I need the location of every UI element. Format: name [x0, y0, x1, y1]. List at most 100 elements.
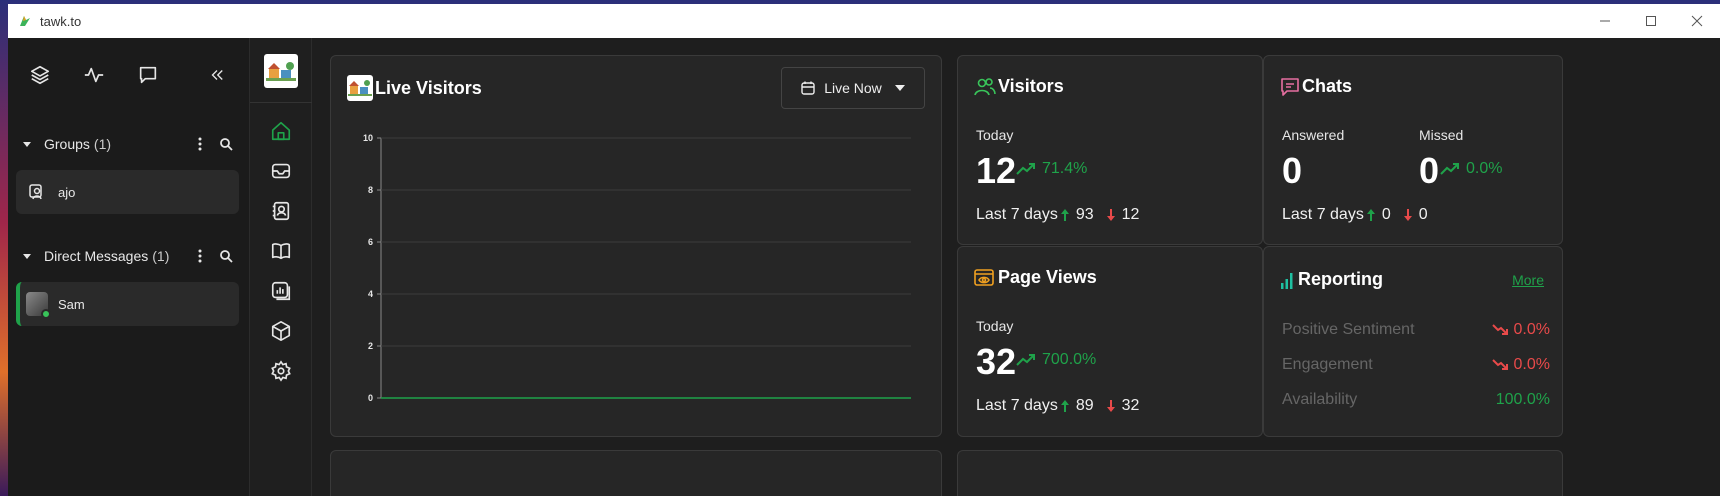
title-bar: tawk.to [8, 4, 1720, 38]
chats-title: Chats [1280, 76, 1352, 97]
app-window: tawk.to Groups (1) ajo Direct Messages (… [8, 4, 1720, 496]
page-views-trend-value: 700.0% [1042, 351, 1097, 368]
last7-label: Last 7 days [1282, 206, 1364, 223]
maximize-button[interactable] [1628, 4, 1674, 38]
inbox-icon[interactable] [268, 158, 294, 184]
live-visitors-card: Live Visitors Live Now 0 2 4 6 8 10 [330, 55, 942, 437]
arrow-up-icon [1060, 208, 1070, 222]
calendar-icon [800, 80, 816, 96]
last7-label: Last 7 days [976, 206, 1058, 223]
trend-down-icon [1491, 359, 1508, 370]
property-thumbnail-icon [347, 75, 373, 101]
more-vertical-icon[interactable] [189, 133, 211, 155]
y-tick-label: 8 [368, 185, 373, 195]
trend-up-icon [1440, 163, 1459, 175]
visitors-today-value: 12 [976, 150, 1017, 191]
direct-messages-section-header[interactable]: Direct Messages (1) [8, 238, 249, 274]
reports-icon[interactable] [268, 278, 294, 304]
time-range-select[interactable]: Live Now [781, 67, 925, 109]
reporting-row: Engagement 0.0% [1282, 356, 1550, 374]
visitors-today-label: Today [976, 127, 1014, 143]
y-tick-label: 2 [368, 341, 373, 351]
last7-up-value: 93 [1075, 206, 1094, 223]
sidebar-toolbar [8, 52, 249, 98]
arrow-up-icon [1060, 399, 1070, 413]
search-icon[interactable] [215, 245, 237, 267]
time-range-value: Live Now [824, 80, 882, 96]
property-logo[interactable] [263, 54, 298, 88]
bar-chart-icon [1280, 271, 1296, 289]
chats-answered-value: 0 [1282, 150, 1303, 191]
reporting-row-label: Positive Sentiment [1282, 321, 1415, 338]
groups-count: (1) [93, 136, 112, 152]
reporting-card: Reporting More Positive Sentiment 0.0% E… [1263, 246, 1563, 437]
minimize-button[interactable] [1582, 4, 1628, 38]
chats-last7: Last 7 days 0 0 [1282, 206, 1438, 224]
caret-down-icon [894, 84, 906, 92]
page-views-title-text: Page Views [998, 267, 1097, 287]
chats-answered-label: Answered [1282, 127, 1345, 143]
last7-up-value: 89 [1075, 397, 1094, 414]
group-item-ajo[interactable]: ajo [16, 170, 239, 214]
reporting-row-value-text: 100.0% [1495, 391, 1550, 408]
last7-up-value: 0 [1381, 206, 1391, 223]
page-views-today-value: 32 [976, 341, 1017, 382]
live-visitors-title: Live Visitors [347, 75, 482, 101]
online-status-dot [41, 309, 51, 319]
users-icon [974, 77, 996, 97]
layers-icon[interactable] [26, 61, 54, 89]
direct-messages-count: (1) [152, 248, 170, 264]
addons-box-icon[interactable] [268, 318, 294, 344]
tawkto-logo-icon [18, 14, 32, 28]
y-tick-label: 0 [368, 393, 373, 403]
lower-card-right [957, 450, 1563, 496]
page-views-today-label: Today [976, 318, 1014, 334]
collapse-sidebar-icon[interactable] [203, 61, 231, 89]
last7-down-value: 0 [1418, 206, 1428, 223]
trend-down-icon [1491, 324, 1508, 335]
trend-up-icon [1016, 354, 1035, 366]
knowledge-base-icon[interactable] [268, 238, 294, 264]
more-vertical-icon[interactable] [189, 245, 211, 267]
reporting-row-value-text: 0.0% [1513, 321, 1550, 338]
close-button[interactable] [1674, 4, 1720, 38]
activity-icon[interactable] [80, 61, 108, 89]
y-tick-label: 6 [368, 237, 373, 247]
page-views-last7: Last 7 days 89 32 [976, 397, 1149, 415]
chat-bubble-icon[interactable] [134, 61, 162, 89]
eye-page-icon [974, 268, 996, 288]
last7-down-value: 12 [1121, 206, 1140, 223]
direct-messages-title: Direct Messages [44, 248, 149, 264]
contacts-icon[interactable] [268, 198, 294, 224]
caret-down-icon[interactable] [22, 139, 38, 149]
reporting-row-label: Availability [1282, 391, 1358, 408]
arrow-down-icon [1106, 399, 1116, 413]
reporting-title-text: Reporting [1298, 269, 1383, 289]
arrow-up-icon [1366, 208, 1376, 222]
chat-icon [1280, 77, 1300, 97]
rail-divider [249, 102, 312, 103]
lower-card-left [330, 450, 942, 496]
group-icon [26, 181, 48, 203]
reporting-row-value: 100.0% [1496, 391, 1550, 409]
visitors-title: Visitors [974, 76, 1064, 97]
messaging-sidebar: Groups (1) ajo Direct Messages (1) Sam [8, 38, 250, 496]
reporting-row-value: 0.0% [1491, 321, 1550, 339]
visitors-card: Visitors Today 12 71.4% Last 7 days 93 1… [957, 55, 1263, 245]
search-icon[interactable] [215, 133, 237, 155]
chats-trend: 0.0% [1440, 160, 1502, 178]
home-icon[interactable] [268, 118, 294, 144]
chats-card: Chats Answered 0 Missed 0 0.0% Last 7 da… [1263, 55, 1563, 245]
avatar-wrapper [26, 292, 51, 319]
direct-message-item-sam[interactable]: Sam [16, 282, 239, 326]
caret-down-icon[interactable] [22, 251, 38, 261]
chats-missed-label: Missed [1419, 127, 1464, 143]
settings-gear-icon[interactable] [268, 358, 294, 384]
live-visitors-title-text: Live Visitors [375, 77, 482, 98]
direct-messages-label: Direct Messages (1) [44, 248, 185, 264]
group-item-label: ajo [58, 184, 76, 200]
groups-section-header[interactable]: Groups (1) [8, 126, 249, 162]
direct-message-label: Sam [58, 296, 85, 312]
reporting-more-link[interactable]: More [1512, 272, 1544, 288]
arrow-down-icon [1106, 208, 1116, 222]
